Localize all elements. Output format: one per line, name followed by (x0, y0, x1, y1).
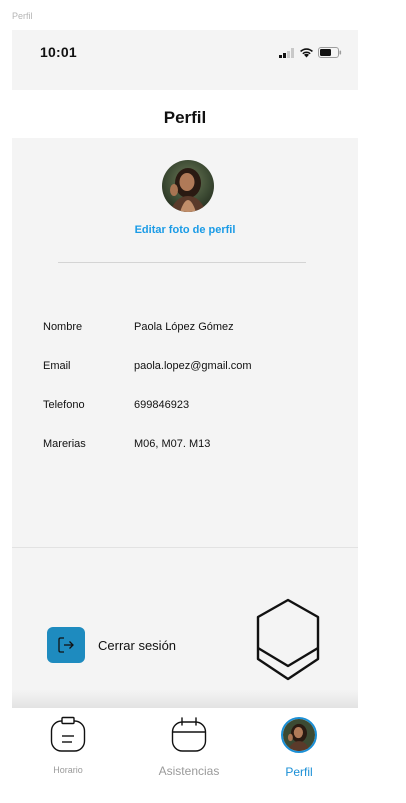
divider (12, 547, 358, 548)
nav-item-horario[interactable]: Horario (18, 708, 118, 796)
logout-icon-box[interactable] (47, 627, 85, 663)
schedule-icon (50, 716, 86, 752)
info-label: Email (43, 360, 71, 372)
nav-shadow (12, 690, 358, 708)
status-icons (279, 47, 342, 58)
nav-label: Asistencias (158, 764, 220, 778)
logout-button[interactable]: Cerrar sesión (47, 626, 176, 664)
page-title: Perfil (163, 108, 207, 127)
nav-label: Perfil (285, 765, 313, 779)
logout-label[interactable]: Cerrar sesión (98, 638, 176, 653)
nav-label: Horario (53, 765, 83, 775)
hexagon-icon (256, 598, 320, 681)
profile-photo (162, 160, 214, 212)
nav-profile-photo (283, 719, 315, 751)
wifi-icon (300, 48, 313, 58)
frame-label: Perfil (12, 11, 33, 21)
bottom-nav: Horario Asistencias Perfil (12, 708, 358, 796)
logout-icon (58, 637, 74, 653)
info-value: Paola López Gómez (134, 321, 234, 333)
info-value: paola.lopez@gmail.com (134, 360, 252, 372)
info-label: Marerias (43, 438, 86, 450)
nav-item-perfil[interactable]: Perfil (249, 708, 349, 796)
info-value: 699846923 (134, 399, 190, 411)
info-row-phone: Telefono 699846923 (43, 399, 343, 419)
avatar (281, 717, 317, 753)
info-value: M06, M07. M13 (134, 438, 211, 450)
info-row-subjects: Marerias M06, M07. M13 (43, 438, 343, 458)
nav-item-asistencias[interactable]: Asistencias (139, 708, 239, 796)
divider (58, 262, 306, 263)
calendar-icon (171, 717, 207, 752)
phone-screen: 10:01 Perfil Editar foto de perfil Nombr… (12, 30, 358, 796)
header: Perfil (12, 90, 358, 138)
info-row-email: Email paola.lopez@gmail.com (43, 360, 343, 380)
info-row-name: Nombre Paola López Gómez (43, 321, 343, 341)
info-label: Nombre (43, 321, 83, 333)
edit-photo-link[interactable]: Editar foto de perfil (12, 224, 358, 236)
status-time: 10:01 (40, 44, 77, 60)
battery-icon (318, 47, 342, 58)
info-label: Telefono (43, 399, 85, 411)
status-bar: 10:01 (12, 30, 358, 90)
profile-avatar[interactable] (162, 160, 214, 212)
signal-icon (279, 47, 294, 58)
